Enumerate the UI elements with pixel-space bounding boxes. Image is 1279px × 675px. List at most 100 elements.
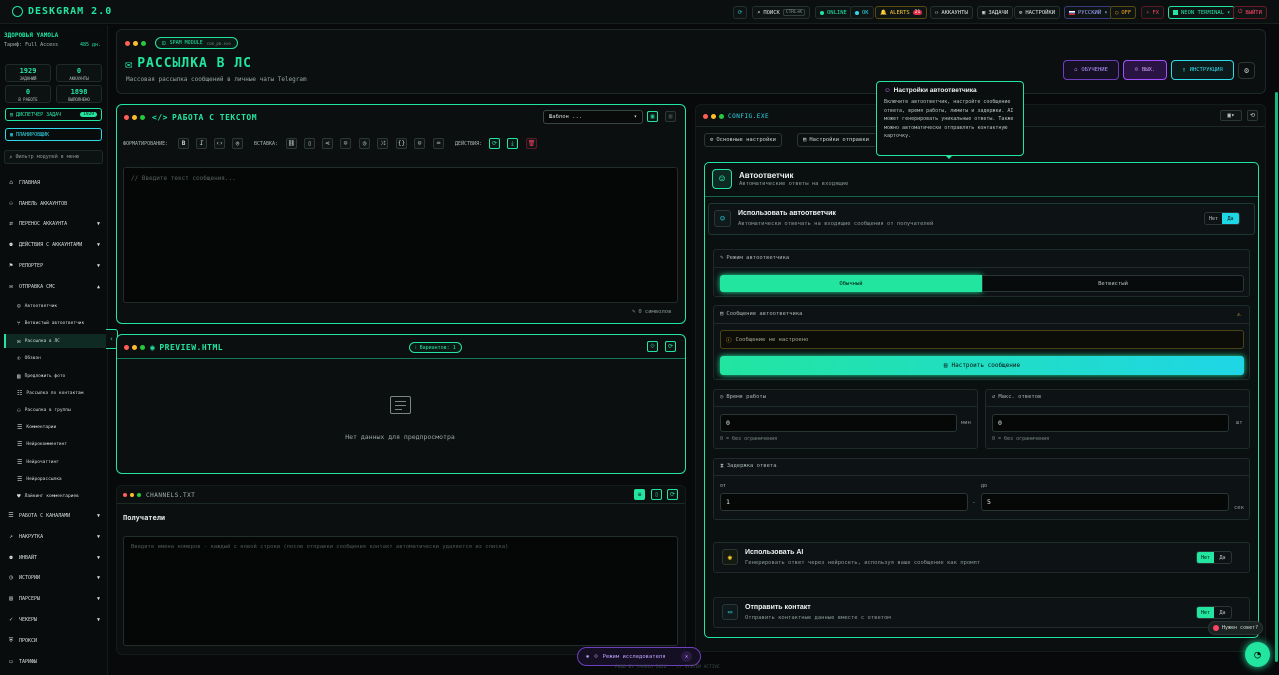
insert-time-button[interactable]: ◷ <box>359 138 370 149</box>
channels-list-button[interactable]: ≡ <box>634 489 645 500</box>
menu-accounts-panel[interactable]: ⚇ ПАНЕЛЬ АККАУНТОВ <box>8 201 100 208</box>
sound-off-button[interactable]: ◯ OFF <box>1110 6 1137 19</box>
message-textarea[interactable]: // Введите текст сообщения... <box>123 167 678 303</box>
menu-account-transfer[interactable]: ⇄ ПЕРЕНОС АККАУНТА ▼ <box>8 221 100 228</box>
menu-proxy[interactable]: ⛨ ПРОКСИ <box>8 638 100 645</box>
toggle-yes[interactable]: Да <box>1214 607 1231 618</box>
maxreply-input[interactable]: 0 <box>992 414 1229 432</box>
close-icon[interactable]: ✕ <box>681 651 692 662</box>
use-autoresponder-toggle[interactable]: Нет Да <box>1204 212 1240 225</box>
settings-button[interactable]: ⚙ НАСТРОЙКИ <box>1014 6 1061 19</box>
convert-button[interactable]: ⟳ <box>489 138 500 149</box>
preview-mobile-button[interactable]: ⟐ <box>647 341 658 352</box>
mode-branch-button[interactable]: Ветвистый <box>982 275 1244 292</box>
online-status[interactable]: ONLINE <box>815 6 852 19</box>
research-mode-pill[interactable]: ✺ ☺ Режим исследователя ✕ <box>577 647 701 666</box>
menu-sms[interactable]: ✉ ОТПРАВКА СМС ▲ <box>8 284 100 291</box>
menu-checkers[interactable]: ✓ ЧЕКЕРЫ ▼ <box>8 617 100 624</box>
save-template-button[interactable]: ▣ <box>647 111 658 122</box>
insert-emoji-button[interactable]: ☺ <box>414 138 425 149</box>
chat-button[interactable]: ◔ <box>1245 642 1270 667</box>
worktime-input[interactable]: 0 <box>720 414 957 432</box>
logout-button[interactable]: ⏻ ВЫЙТИ <box>1233 6 1267 19</box>
autoresponder-title: Автоответчик <box>739 171 794 180</box>
contact-toggle[interactable]: Нет Да <box>1196 606 1232 619</box>
menu-parsers[interactable]: ▤ ПАРСЕРЫ ▼ <box>8 596 100 603</box>
insert-random-button[interactable]: ⤨ <box>377 138 388 149</box>
export-button[interactable]: ⤓ <box>507 138 518 149</box>
ai-toggle[interactable]: Нет Да <box>1196 551 1232 564</box>
submenu-comment-liking[interactable]: ♥ Лайкинг комментариев <box>17 493 79 500</box>
ok-status[interactable]: OK <box>850 6 874 19</box>
menu-boost[interactable]: ↗ НАКРУТКА ▼ <box>8 534 100 541</box>
template-select[interactable]: Шаблон ... ▾ <box>543 110 643 124</box>
delay-to-input[interactable]: 5 <box>981 493 1229 511</box>
submenu-dm-mailing[interactable]: ✉ Рассылка в ЛС <box>17 338 60 345</box>
menu-reporter[interactable]: ⚑ РЕПОРТЕР ▼ <box>8 263 100 270</box>
submenu-autoresponder[interactable]: ☺ Автоответчик <box>17 303 57 310</box>
tasks-button[interactable]: ▣ ЗАДАЧИ <box>977 6 1014 19</box>
bold-button[interactable]: B <box>178 138 189 149</box>
insert-share-button[interactable]: ⋖ <box>322 138 333 149</box>
submenu-offer-photo[interactable]: ▧ Предложить фото <box>17 373 65 380</box>
submenu-calls[interactable]: ✆ Обзвон <box>17 355 41 362</box>
fx-button[interactable]: ⚡ FX <box>1141 6 1164 19</box>
header-settings-button[interactable]: ⚙ <box>1238 62 1255 79</box>
submenu-neuro-commenting[interactable]: ☰ Нейрокомментинг <box>17 441 67 448</box>
insert-variable-button[interactable]: {} <box>396 138 407 149</box>
channels-refresh-button[interactable]: ⟳ <box>667 489 678 500</box>
planner-button[interactable]: ▦ ПЛАНИРОВЩИК <box>5 128 102 141</box>
refresh-button[interactable]: ⟳ <box>733 6 747 19</box>
insert-keyboard-button[interactable]: ⌨ <box>433 138 444 149</box>
app-logo[interactable]: DESKGRAM 2.0 <box>12 6 112 17</box>
theme-select[interactable]: NEON TERMINAL ▾ <box>1168 6 1236 19</box>
menu-tariffs[interactable]: ▭ ТАРИФЫ <box>8 659 100 666</box>
submenu-neuro-chatting[interactable]: ☰ Нейрочаттинг <box>17 459 59 466</box>
dispatcher-button[interactable]: ▤ ДИСПЕТЧЕР ЗАДАЧ 1929 <box>5 108 102 121</box>
menu-channels[interactable]: ☰ РАБОТА С КАНАЛАМИ ▼ <box>8 513 100 520</box>
submenu-contacts-mailing[interactable]: ☷ Рассылка по контактам <box>17 390 83 397</box>
italic-button[interactable]: I <box>196 138 207 149</box>
recipients-textarea[interactable]: Введите имена номеров - каждый с новой с… <box>123 536 678 646</box>
menu-stories[interactable]: ◷ ИСТОРИИ ▼ <box>8 575 100 582</box>
spoiler-button[interactable]: ◎ <box>232 138 243 149</box>
menu-invite[interactable]: ⚉ ИНВАЙТ ▼ <box>8 555 100 562</box>
submenu-comments[interactable]: ☰ Комментарии <box>17 424 56 431</box>
search-button[interactable]: ⌕ ПОИСК CTRL+K <box>752 6 811 19</box>
clear-button[interactable]: 🗑 <box>526 138 537 149</box>
accounts-button[interactable]: ⚇ АККАУНТЫ <box>930 6 973 19</box>
submenu-neuro-mailing[interactable]: ☰ Нейрорассылка <box>17 476 62 483</box>
configure-message-button[interactable]: ▤ Настроить сообщение <box>720 356 1244 375</box>
submenu-groups-mailing[interactable]: ⚇ Рассылка в группы <box>17 407 71 414</box>
alerts-button[interactable]: 🔔 ALERTS 21 <box>875 6 928 19</box>
exit-button[interactable]: ☺ ВЫХ. <box>1123 60 1167 80</box>
tab-basic-settings[interactable]: ⚙ Основные настройки <box>704 133 782 147</box>
page-scrollbar[interactable] <box>1275 92 1278 662</box>
module-filter-input[interactable]: ⌕ Фильтр модулей в меню <box>4 150 103 164</box>
insert-link-button[interactable]: ⛓ <box>286 138 297 149</box>
insert-bot-button[interactable]: ☺ <box>340 138 351 149</box>
toggle-no[interactable]: Нет <box>1197 552 1214 563</box>
delete-template-button[interactable]: ▦ <box>665 111 676 122</box>
submenu-branch-autoresponder[interactable]: ⑂ Ветвистый автоответчик <box>17 320 84 327</box>
chat-hint[interactable]: Нужен совет? <box>1208 621 1264 635</box>
preview-refresh-button[interactable]: ⟳ <box>665 341 676 352</box>
channels-title: CHANNELS.TXT <box>146 492 196 499</box>
insert-file-button[interactable]: ▯ <box>304 138 315 149</box>
toggle-no[interactable]: Нет <box>1205 213 1222 224</box>
toggle-yes[interactable]: Да <box>1214 552 1231 563</box>
tab-send-settings[interactable]: ▤ Настройки отправки <box>797 133 875 147</box>
channels-file-button[interactable]: ▯ <box>651 489 662 500</box>
menu-account-actions[interactable]: ⚉ ДЕЙСТВИЯ С АККАУНТАМИ ▼ <box>8 242 100 249</box>
toggle-yes[interactable]: Да <box>1222 213 1239 224</box>
code-button[interactable]: ‹› <box>214 138 225 149</box>
language-select[interactable]: РУССКИЙ ▾ <box>1064 6 1113 19</box>
menu-home[interactable]: ⌂ ГЛАВНАЯ <box>8 180 100 187</box>
mode-normal-button[interactable]: Обычный <box>720 275 982 292</box>
training-button[interactable]: ⌂ ОБУЧЕНИЕ <box>1063 60 1119 80</box>
toggle-no[interactable]: Нет <box>1197 607 1214 618</box>
config-save-button[interactable]: ▣▾ <box>1220 110 1242 121</box>
delay-from-input[interactable]: 1 <box>720 493 968 511</box>
instruction-button[interactable]: ▯ ИНСТРУКЦИЯ <box>1171 60 1234 80</box>
config-reset-button[interactable]: ⟲ <box>1247 110 1258 121</box>
